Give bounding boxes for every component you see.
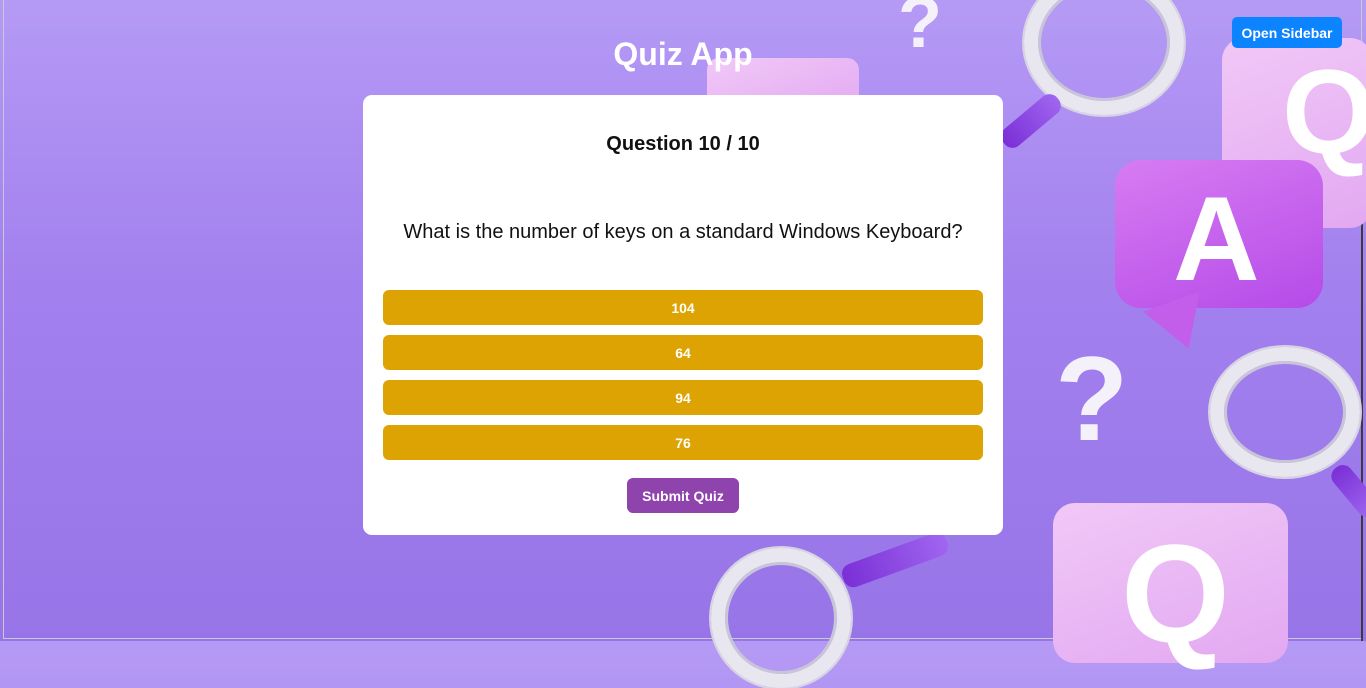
question-text: What is the number of keys on a standard… — [403, 221, 963, 243]
a-bubble: A — [1115, 160, 1323, 308]
magnifier-handle — [1327, 460, 1366, 522]
open-sidebar-button[interactable]: Open Sidebar — [1232, 17, 1342, 48]
magnifier-handle — [997, 90, 1065, 152]
quiz-card: Question 10 / 10 What is the number of k… — [363, 95, 1003, 535]
answer-option[interactable]: 76 — [383, 425, 983, 460]
question-progress: Question 10 / 10 — [606, 133, 760, 155]
answer-option[interactable]: 104 — [383, 290, 983, 325]
answer-option[interactable]: 64 — [383, 335, 983, 370]
magnifier-icon — [711, 548, 851, 688]
app-title: Quiz App — [613, 36, 753, 72]
answer-option[interactable]: 94 — [383, 380, 983, 415]
q-tile: Q — [1053, 503, 1288, 672]
answer-options: 104 64 94 76 — [383, 290, 983, 470]
tile-letter: Q — [1121, 515, 1230, 672]
magnifier-icon — [1210, 347, 1360, 477]
submit-quiz-button[interactable]: Submit Quiz — [627, 478, 739, 513]
magnifier-handle — [839, 529, 951, 591]
tile-letter: A — [1173, 172, 1260, 306]
question-mark-icon: ? — [1055, 332, 1129, 466]
